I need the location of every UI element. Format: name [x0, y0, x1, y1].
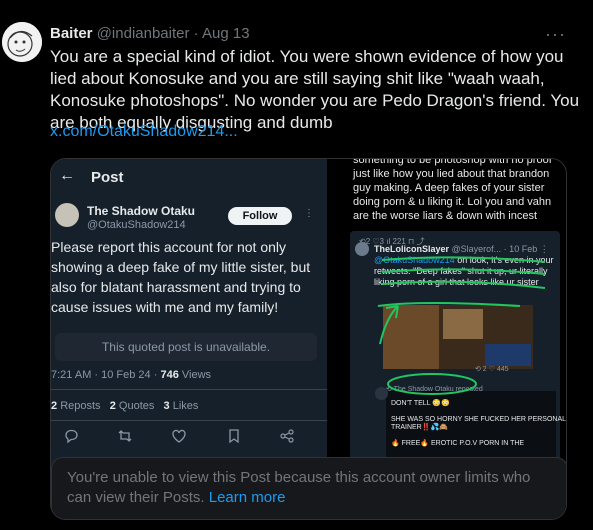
tweet-text: You are a special kind of idiot. You wer…: [50, 47, 580, 132]
reposts-count: 2: [51, 400, 58, 412]
quoted-unavailable-notice: This quoted post is unavailable.: [55, 333, 317, 361]
author-handle[interactable]: @indianbaiter: [97, 25, 190, 42]
likes-label: Likes: [172, 400, 199, 412]
divider: [51, 389, 327, 390]
quoted-author-name: The Shadow Otaku: [87, 204, 196, 218]
reposts-label: Reposts: [60, 400, 101, 412]
divider: [51, 420, 327, 421]
learn-more-link[interactable]: Learn more: [209, 489, 286, 506]
share-icon: [280, 429, 294, 443]
tweet[interactable]: Baiter @indianbaiter · Aug 13 ··· You ar…: [0, 0, 593, 530]
quoted-action-bar: [51, 425, 327, 447]
header-separator: ·: [193, 25, 199, 42]
embedded-author: TheLoliconSlayer @Slayerof... · 10 Feb ⋮: [374, 244, 549, 255]
post-header-bar: ← Post: [51, 159, 327, 199]
quoted-author-avatar: [55, 203, 79, 227]
back-arrow-icon: ←: [59, 167, 75, 184]
like-icon: [172, 429, 186, 443]
quoted-post-stats: 2 Reposts 2 Quotes 3 Likes: [51, 400, 198, 412]
tweet-date[interactable]: Aug 13: [202, 25, 250, 42]
views-count: 746: [160, 369, 179, 381]
quoted-post-text: Please report this account for not only …: [51, 239, 311, 315]
embedded-author-meta: @Slayerof... · 10 Feb ⋮: [449, 244, 549, 254]
likes-count: 3: [163, 400, 170, 412]
embedded-post-text: @OtakuShadow214 oh look, it's even in yo…: [374, 255, 556, 288]
post-title: Post: [91, 169, 124, 186]
quoted-post-meta: 7:21 AM · 10 Feb 24 · 746 Views: [51, 369, 211, 381]
more-options-icon[interactable]: ···: [545, 24, 566, 45]
tweet-link[interactable]: x.com/OtakuShadow214...: [50, 123, 238, 141]
embedded-stats-row: ⟲ 2 ♡ 445: [475, 366, 509, 373]
notice-message: You're unable to view this Post because …: [67, 469, 531, 506]
media-attachment[interactable]: ← Post The Shadow Otaku @OtakuShadow214 …: [50, 158, 567, 520]
repost-snippet-2: 🔥 FREE🔥 EROTIC P.O.V PORN IN THE: [391, 440, 525, 447]
embedded-image-region: [485, 344, 531, 366]
quoted-post-time: 7:21 AM · 10 Feb 24 ·: [51, 369, 161, 381]
avatar-sketch-icon: [2, 22, 42, 62]
quoted-author-handle: @OtakuShadow214: [87, 219, 186, 231]
reposted-label: ⟲ The Shadow Otaku reposted: [386, 386, 483, 393]
repost-snippet-1: SHE WAS SO HORNY SHE FUCKED HER PERSONAL…: [391, 416, 566, 431]
views-label: Views: [178, 369, 212, 381]
embedded-mention: @OtakuShadow214: [374, 255, 455, 265]
quotes-label: Quotes: [118, 400, 155, 412]
author-name[interactable]: Baiter: [50, 25, 93, 42]
quoted-more-icon: ⋮: [304, 208, 314, 219]
reply-text: something to be photoshop with no proof …: [353, 159, 552, 222]
follow-button: Follow: [228, 207, 292, 225]
limited-visibility-notice: You're unable to view this Post because …: [51, 457, 566, 519]
repost-caption: DON'T TELL 😳😳: [391, 400, 450, 407]
embedded-image-region: [443, 309, 483, 339]
notice-text: You're unable to view this Post because …: [67, 468, 557, 508]
repost-icon: [118, 430, 132, 442]
embedded-author-avatar: [355, 242, 369, 256]
embedded-author-name: TheLoliconSlayer: [374, 244, 450, 254]
quotes-count: 2: [109, 400, 116, 412]
bookmark-icon: [229, 429, 239, 444]
embedded-image-region: [383, 305, 439, 369]
tweet-header: Baiter @indianbaiter · Aug 13: [50, 25, 250, 42]
reply-icon: [65, 429, 78, 444]
author-avatar[interactable]: [2, 22, 42, 62]
